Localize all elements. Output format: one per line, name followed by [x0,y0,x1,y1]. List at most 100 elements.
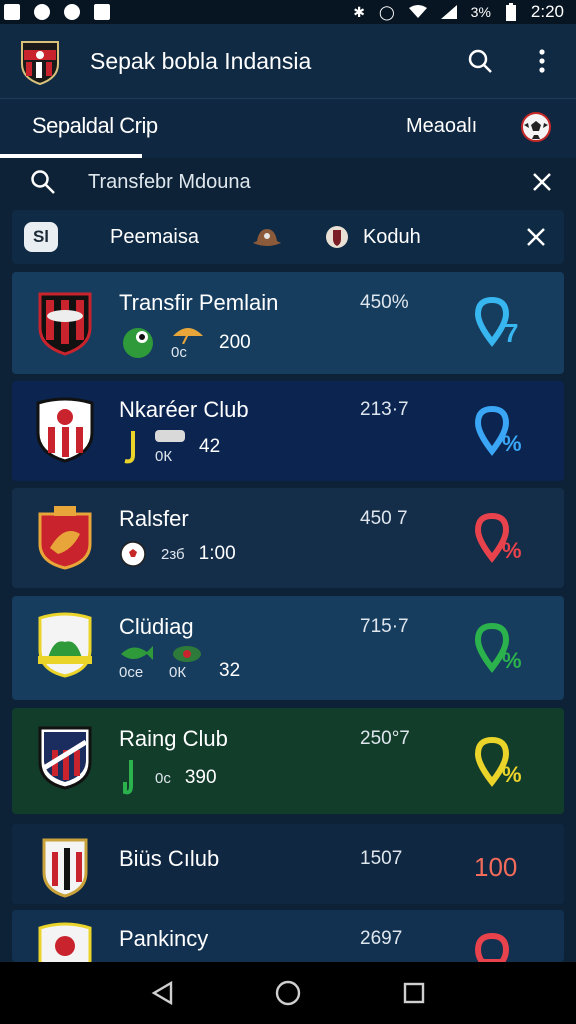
notification-icon [34,4,50,20]
bluetooth-icon: ✱ [353,3,365,20]
club-meta: 2зб [161,545,185,563]
app-title: Sepak bobla Indansia [90,47,312,74]
club-meta: 0с [171,344,187,361]
status-system: ✱ ◯ 3% 2:20 [353,2,564,22]
clear-filter-button[interactable] [520,221,552,253]
club-meta: 0К [169,663,187,681]
filter-bar: Sl Peemaisa Koduh [12,210,564,264]
app-logo [21,41,59,86]
club-score: 250°7 [360,728,410,749]
close-icon [527,228,545,246]
svg-text:%: % [502,648,522,673]
percent-indicator-icon: % [474,736,522,787]
tab-bar: Sepaldal Crip Meaoalı [0,98,576,158]
search-input[interactable]: Transfebr Mdouna [88,171,526,194]
soccer-ball-icon [120,541,146,567]
club-value: 200 [219,331,251,353]
club-meta: 0с [155,769,171,787]
search-bar: Transfebr Mdouna [0,160,576,204]
club-name: Pankincy [119,926,209,951]
club-score: 2697 [360,928,403,949]
app-bar: Sepak bobla Indansia [0,24,576,98]
close-icon [533,173,551,191]
club-score: 450 7 [360,508,408,529]
svg-text:%: % [502,538,522,563]
fish-icon [121,645,153,660]
tab-indicator [0,154,142,158]
club-name: Raing Club [119,726,228,751]
more-vert-icon [539,49,545,73]
club-name: Ralsfer [119,506,189,531]
club-crest-icon [42,838,88,898]
hook-icon [123,760,133,795]
club-name: Nkaréer Club [119,397,249,422]
percent-indicator-icon: 7 [474,296,518,348]
club-name: Biüs Cılub [119,846,220,871]
hat-icon [252,229,281,246]
club-card[interactable]: Clüdiag 715·7 0сe 0К 32 % [12,596,564,700]
club-score: 715·7 [360,616,409,637]
club-crest-icon [38,726,92,790]
club-name: Clüdiag [119,614,194,639]
club-card[interactable]: Pankincy 2697 [12,910,564,986]
alarm-icon: ◯ [379,3,395,20]
system-nav-bar [0,962,576,1024]
pill-icon [155,429,185,442]
percent-indicator-icon: % [474,622,522,673]
svg-text:%: % [502,762,522,787]
status-notifications [4,4,110,20]
filter-chip-club[interactable]: Koduh [363,226,520,249]
club-card[interactable]: Raing Club 250°7 0с 390 % [12,708,564,814]
club-meta: 0сe [119,663,144,681]
notification-icon [64,4,80,20]
club-crest-icon [38,612,92,678]
tab-left[interactable]: Sepaldal Crip [32,113,158,139]
umbrella-icon [173,328,203,344]
club-card[interactable]: Transfir Pemlain 450% 0с 200 7 [12,272,564,374]
search-icon [468,49,492,73]
club-card[interactable]: Ralsfer 450 7 2зб 1:00 % [12,488,564,588]
wifi-icon [408,5,427,18]
notification-icon [94,4,110,20]
club-value: 390 [184,767,217,788]
signal-icon [440,5,457,19]
notification-icon [4,4,20,20]
percent-indicator-icon: % [474,405,522,456]
club-name: Transfir Pemlain [119,290,279,315]
tab-right[interactable]: Meaoalı [406,115,477,138]
filter-chip-player[interactable]: Peemaisa [110,226,199,249]
club-rank-value: 100 [474,852,518,882]
home-button[interactable] [275,980,301,1006]
club-crest-icon [38,506,92,570]
club-score: 450% [360,292,409,313]
animal-icon [123,327,153,358]
battery-level: 3% [470,4,491,20]
club-value: 32 [219,660,241,681]
club-badge-icon [325,226,348,248]
svg-text:%: % [502,431,522,456]
hook-icon [124,431,135,464]
club-card[interactable]: Nkaréer Club 213·7 0К 42 % [12,381,564,481]
club-crest-icon [38,292,92,356]
back-button[interactable] [151,981,173,1005]
club-value: 1:00 [198,543,236,564]
status-time: 2:20 [530,2,564,21]
club-value: 42 [199,436,221,457]
search-button[interactable] [464,45,496,77]
svg-text:7: 7 [504,318,518,348]
filter-badge[interactable]: Sl [24,222,58,252]
percent-indicator-icon [474,932,510,962]
soccer-ball-icon[interactable] [520,111,552,143]
percent-indicator-icon: % [474,512,522,563]
search-icon [31,170,55,194]
clear-search-button[interactable] [526,166,558,198]
overflow-menu-button[interactable] [526,45,558,77]
battery-icon [505,3,516,21]
recents-button[interactable] [403,982,425,1004]
club-crest-icon [36,397,94,463]
turtle-icon [173,645,201,662]
club-score: 1507 [360,848,403,869]
status-bar: ✱ ◯ 3% 2:20 [0,0,576,24]
club-score: 213·7 [360,399,409,420]
club-card[interactable]: Biüs Cılub 1507 100 [12,824,564,904]
